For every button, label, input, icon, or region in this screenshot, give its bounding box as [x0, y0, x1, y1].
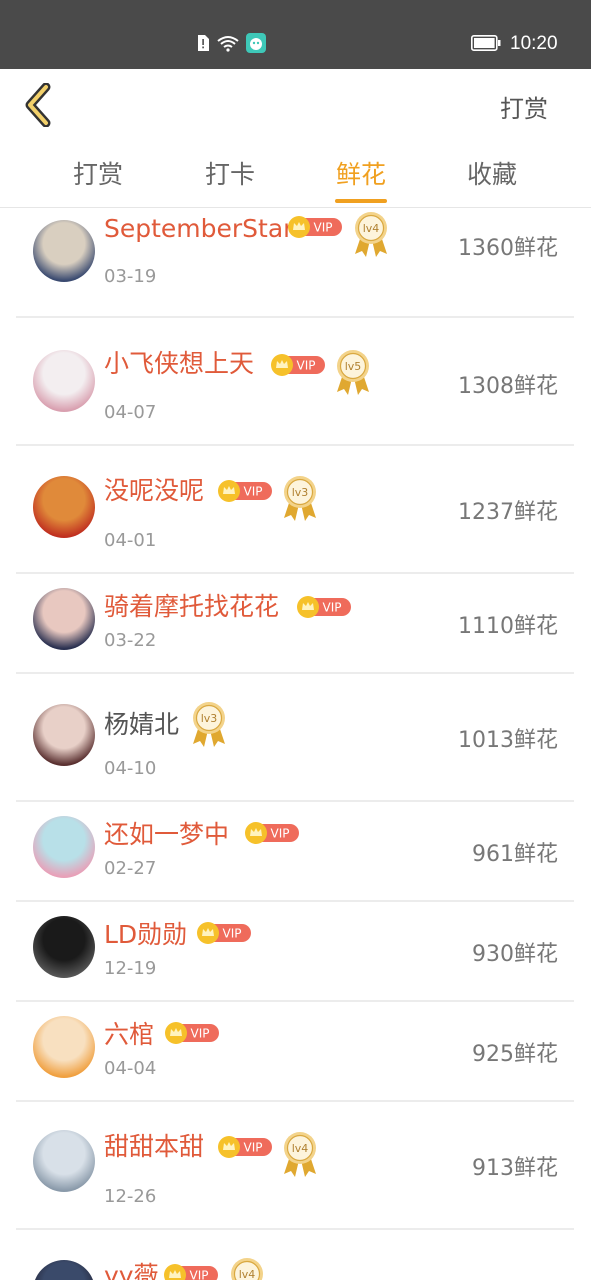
list-item[interactable]: 骑着摩托找花花 VIP 03-22 1110鲜花: [16, 572, 574, 674]
avatar[interactable]: [33, 1016, 95, 1078]
app-notification-icon: [246, 33, 266, 53]
avatar[interactable]: [33, 916, 95, 978]
active-tab-indicator: [335, 199, 387, 203]
reward-date: 04-10: [104, 758, 157, 779]
level-medal-icon: lv3: [193, 702, 225, 747]
reward-date: 03-19: [104, 266, 157, 287]
sim-alert-icon: [198, 35, 209, 51]
list-item[interactable]: 没呢没呢 VIP lv3 04-01 1237鲜花: [16, 444, 574, 574]
reward-date: 04-07: [104, 402, 157, 423]
flower-amount: 1360鲜花: [458, 236, 558, 261]
avatar[interactable]: [33, 1260, 95, 1280]
vip-badge: VIP: [218, 480, 272, 502]
flower-amount: 1308鲜花: [458, 374, 558, 399]
list-item[interactable]: 小飞侠想上天 VIP lv5 04-07 1308鲜花: [16, 316, 574, 446]
username[interactable]: 六棺: [104, 1015, 154, 1051]
vip-badge: VIP: [218, 1136, 272, 1158]
level-label: lv4: [239, 1268, 256, 1280]
reward-date: 04-01: [104, 530, 157, 551]
list-item[interactable]: 还如一梦中 VIP 02-27 961鲜花: [16, 800, 574, 902]
list-item[interactable]: 甜甜本甜 VIP lv4 12-26 913鲜花: [16, 1100, 574, 1230]
username[interactable]: LD勋勋: [104, 915, 187, 951]
avatar[interactable]: [33, 816, 95, 878]
username[interactable]: 小飞侠想上天: [104, 344, 254, 380]
list-item[interactable]: SeptemberStar VIP lv4 03-19 1360鲜花: [16, 208, 574, 318]
vip-label: VIP: [244, 1141, 263, 1155]
chevron-left-icon: [25, 82, 51, 128]
vip-badge: VIP: [288, 216, 342, 238]
reward-date: 02-27: [104, 858, 157, 879]
level-label: lv3: [201, 712, 218, 725]
vip-label: VIP: [244, 485, 263, 499]
reward-date: 12-19: [104, 958, 157, 979]
vip-badge: VIP: [165, 1022, 219, 1044]
username[interactable]: 没呢没呢: [104, 471, 204, 507]
level-medal-icon: lv5: [337, 350, 369, 395]
top-bar: 打赏: [0, 69, 591, 139]
wifi-icon: [217, 36, 239, 52]
level-label: lv5: [345, 360, 362, 373]
flower-amount: 1013鲜花: [458, 728, 558, 753]
flower-amount: 961鲜花: [472, 842, 558, 867]
username[interactable]: 骑着摩托找花花: [104, 587, 279, 623]
vip-label: VIP: [314, 221, 333, 235]
status-bar: 10:20: [0, 0, 591, 69]
level-medal-icon: lv4: [284, 1132, 316, 1177]
back-button[interactable]: [20, 82, 60, 128]
flower-amount: 913鲜花: [472, 1156, 558, 1181]
vip-badge: VIP: [164, 1264, 218, 1280]
list-item[interactable]: 杨婧北 lv3 04-10 1013鲜花: [16, 672, 574, 802]
vip-badge: VIP: [197, 922, 251, 944]
username[interactable]: 甜甜本甜: [104, 1127, 204, 1163]
level-medal-icon: lv4: [355, 212, 387, 257]
tab-checkin[interactable]: 打卡: [180, 155, 280, 191]
flower-amount: 925鲜花: [472, 1042, 558, 1067]
level-medal-icon: lv4: [231, 1258, 263, 1280]
flower-amount: 1110鲜花: [458, 614, 558, 639]
vip-label: VIP: [191, 1027, 210, 1041]
vip-label: VIP: [323, 601, 342, 615]
level-label: lv3: [292, 486, 309, 499]
reward-date: 03-22: [104, 630, 157, 651]
flower-amount: 1237鲜花: [458, 500, 558, 525]
tab-favorites[interactable]: 收藏: [442, 155, 542, 191]
username[interactable]: 杨婧北: [104, 705, 179, 741]
tab-reward[interactable]: 打赏: [48, 155, 148, 191]
vip-badge: VIP: [271, 354, 325, 376]
level-label: lv4: [363, 222, 380, 235]
username[interactable]: 还如一梦中: [104, 815, 229, 851]
reward-action-button[interactable]: 打赏: [500, 89, 548, 124]
vip-label: VIP: [190, 1269, 209, 1280]
vip-badge: VIP: [297, 596, 351, 618]
level-medal-icon: lv3: [284, 476, 316, 521]
reward-date: 12-26: [104, 1186, 157, 1207]
avatar[interactable]: [33, 704, 95, 766]
reward-date: 04-04: [104, 1058, 157, 1079]
flower-ranking-list[interactable]: SeptemberStar VIP lv4 03-19 1360鲜花小飞侠想上天 VIP l…: [0, 208, 591, 1280]
status-time: 10:20: [510, 33, 558, 54]
username[interactable]: SeptemberStar: [104, 214, 293, 243]
level-label: lv4: [292, 1142, 309, 1155]
list-item[interactable]: LD勋勋 VIP 12-19 930鲜花: [16, 900, 574, 1002]
list-item[interactable]: 六棺 VIP 04-04 925鲜花: [16, 1000, 574, 1102]
vip-label: VIP: [223, 927, 242, 941]
tab-flowers[interactable]: 鲜花: [311, 155, 411, 191]
battery-icon: [471, 35, 501, 51]
list-item[interactable]: yy薇 VIP lv4: [16, 1228, 574, 1280]
vip-badge: VIP: [245, 822, 299, 844]
avatar[interactable]: [33, 350, 95, 412]
avatar[interactable]: [33, 588, 95, 650]
avatar[interactable]: [33, 1130, 95, 1192]
avatar[interactable]: [33, 476, 95, 538]
username[interactable]: yy薇: [104, 1256, 159, 1280]
tab-bar: 打赏 打卡 鲜花 收藏: [0, 139, 591, 208]
vip-label: VIP: [271, 827, 290, 841]
vip-label: VIP: [297, 359, 316, 373]
status-icons: [196, 33, 266, 53]
avatar[interactable]: [33, 220, 95, 282]
flower-amount: 930鲜花: [472, 942, 558, 967]
